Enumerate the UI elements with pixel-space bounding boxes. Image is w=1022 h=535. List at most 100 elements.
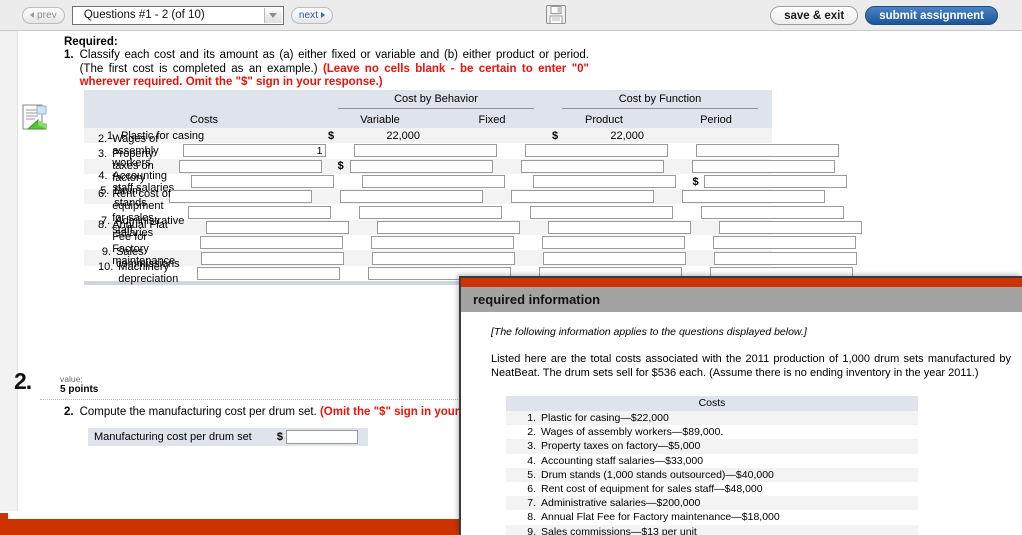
- cost-input-fixed[interactable]: [370, 236, 514, 250]
- list-item-number: 3.: [527, 440, 536, 453]
- question-1-prompt: Required: 1. Classify each cost and its …: [64, 36, 589, 90]
- table-cell-product: [509, 144, 680, 158]
- panel-body: [The following information applies to th…: [461, 312, 1022, 535]
- cost-input-variable[interactable]: [206, 220, 350, 234]
- question-2-big-number: 2.: [14, 368, 32, 394]
- table-cell-period: [697, 236, 868, 250]
- group-header-behavior: Cost by Behavior: [394, 93, 478, 105]
- cost-input-period[interactable]: [696, 144, 840, 158]
- chevron-down-icon[interactable]: [263, 7, 282, 23]
- column-header-product: Product: [585, 113, 623, 126]
- group-header-underlines: [84, 108, 772, 111]
- cost-input-fixed[interactable]: [377, 220, 521, 234]
- cost-input-period[interactable]: [713, 251, 857, 265]
- list-item-text: Administrative salaries—$200,000: [541, 497, 701, 510]
- cost-value-variable: 22,000: [386, 129, 420, 142]
- cost-classification-table: Cost by Behavior Cost by Function Costs …: [84, 90, 863, 285]
- panel-paragraph: Listed here are the total costs associat…: [491, 353, 1011, 379]
- list-item: 1. Plastic for casing—$22,000: [506, 411, 918, 426]
- table-cell-fixed: [338, 144, 509, 158]
- question-2-number: 2.: [64, 406, 74, 418]
- next-button[interactable]: next: [290, 6, 334, 24]
- list-item-text: Wages of assembly workers—$89,000.: [541, 426, 724, 439]
- table-cell-period: [685, 205, 856, 219]
- answer-row-label: Manufacturing cost per drum set: [94, 431, 252, 443]
- list-item-text: Plastic for casing—$22,000: [541, 412, 669, 425]
- question-selector[interactable]: Questions #1 - 2 (of 10): [71, 5, 284, 25]
- table-cell-product: [527, 251, 698, 265]
- list-item-number: 7.: [527, 497, 536, 510]
- table-row: 5. Drum stands: [84, 185, 826, 209]
- table-row: 1. Plastic for casing $22,000 $22,000: [84, 128, 772, 144]
- document-reference-icon[interactable]: [18, 103, 54, 134]
- cost-input-product[interactable]: [541, 236, 685, 250]
- cost-input-fixed[interactable]: [340, 190, 484, 204]
- cost-input-period[interactable]: [691, 159, 835, 173]
- cost-input-variable[interactable]: [178, 159, 322, 173]
- cost-input-product[interactable]: [542, 251, 686, 265]
- table-cell-product: [495, 190, 666, 204]
- cost-input-variable[interactable]: [169, 190, 313, 204]
- manufacturing-cost-input[interactable]: [286, 430, 358, 444]
- question-2-points: 5 points: [60, 384, 99, 395]
- table-cell-period: $: [688, 175, 859, 189]
- table-cell-variable: [163, 159, 334, 173]
- cost-input-fixed[interactable]: [349, 159, 493, 173]
- question-selector-value: Questions #1 - 2 (of 10): [83, 9, 205, 21]
- answer-dollar-sign: $: [276, 431, 283, 443]
- table-cell-product: [505, 159, 676, 173]
- cost-input-period[interactable]: [719, 220, 863, 234]
- cost-input-variable[interactable]: [188, 205, 332, 219]
- top-toolbar: prev Questions #1 - 2 (of 10) next save …: [0, 0, 1022, 31]
- question-2-answer-table: Manufacturing cost per drum set $: [88, 428, 368, 446]
- cost-input-variable[interactable]: [196, 266, 340, 280]
- dollar-sign: $: [692, 175, 699, 188]
- table-cell-period: [703, 220, 874, 234]
- cost-input-period[interactable]: [682, 190, 826, 204]
- table-cell-variable: [153, 190, 324, 204]
- panel-note: [The following information applies to th…: [491, 326, 807, 338]
- prev-button[interactable]: prev: [22, 6, 65, 24]
- column-header-variable: Variable: [360, 113, 400, 126]
- chevron-right-icon: [321, 12, 326, 18]
- navigation-group: prev Questions #1 - 2 (of 10) next: [0, 5, 334, 25]
- cost-input-product[interactable]: [533, 175, 677, 189]
- save-and-exit-button[interactable]: save & exit: [770, 6, 859, 25]
- list-item-text: Accounting staff salaries—$33,000: [541, 454, 704, 467]
- table-row: 9. Sales commissions: [84, 246, 857, 270]
- table-row: 8. Annual Flat Fee for Factory maintenanc…: [84, 219, 856, 267]
- panel-costs-table: Costs 1. Plastic for casing—$22,000 2. Wage…: [506, 396, 918, 535]
- cost-input-fixed[interactable]: [359, 205, 503, 219]
- cost-input-product[interactable]: [548, 220, 692, 234]
- table-cell-fixed: [356, 251, 527, 265]
- cost-input-period[interactable]: [701, 205, 845, 219]
- list-item-number: 1.: [527, 412, 536, 425]
- cost-input-fixed[interactable]: [362, 175, 506, 189]
- toolbar-actions: save & exit submit assignment: [770, 6, 998, 25]
- table-cell-period: [680, 144, 851, 158]
- cost-input-product[interactable]: [530, 205, 674, 219]
- answer-row: Manufacturing cost per drum set $: [88, 428, 368, 446]
- cost-input-variable[interactable]: [200, 251, 344, 265]
- cost-input-variable[interactable]: [199, 236, 343, 250]
- cost-input-variable[interactable]: [183, 144, 327, 158]
- question-2-text-black: Compute the manufacturing cost per drum …: [79, 406, 320, 418]
- save-icon-button[interactable]: [545, 4, 567, 25]
- cost-input-variable[interactable]: [191, 175, 335, 189]
- submit-assignment-button[interactable]: submit assignment: [865, 6, 998, 25]
- prev-label: prev: [37, 9, 57, 21]
- table-row-number: 10.: [98, 261, 114, 274]
- cost-input-product[interactable]: [511, 190, 655, 204]
- table-cell-product: [526, 236, 697, 250]
- cost-input-fixed[interactable]: [371, 251, 515, 265]
- list-item: 5. Drum stands (1,000 stands outsourced)—…: [506, 467, 918, 482]
- cost-input-period[interactable]: [704, 175, 848, 189]
- cost-input-period[interactable]: [712, 236, 856, 250]
- table-cell-variable: [184, 236, 355, 250]
- cost-input-product[interactable]: [525, 144, 669, 158]
- group-header-function: Cost by Function: [618, 93, 702, 105]
- dollar-sign: $: [328, 129, 335, 142]
- table-row-label: 10. Machinery depreciation: [84, 261, 181, 285]
- cost-input-fixed[interactable]: [354, 144, 498, 158]
- cost-input-product[interactable]: [520, 159, 664, 173]
